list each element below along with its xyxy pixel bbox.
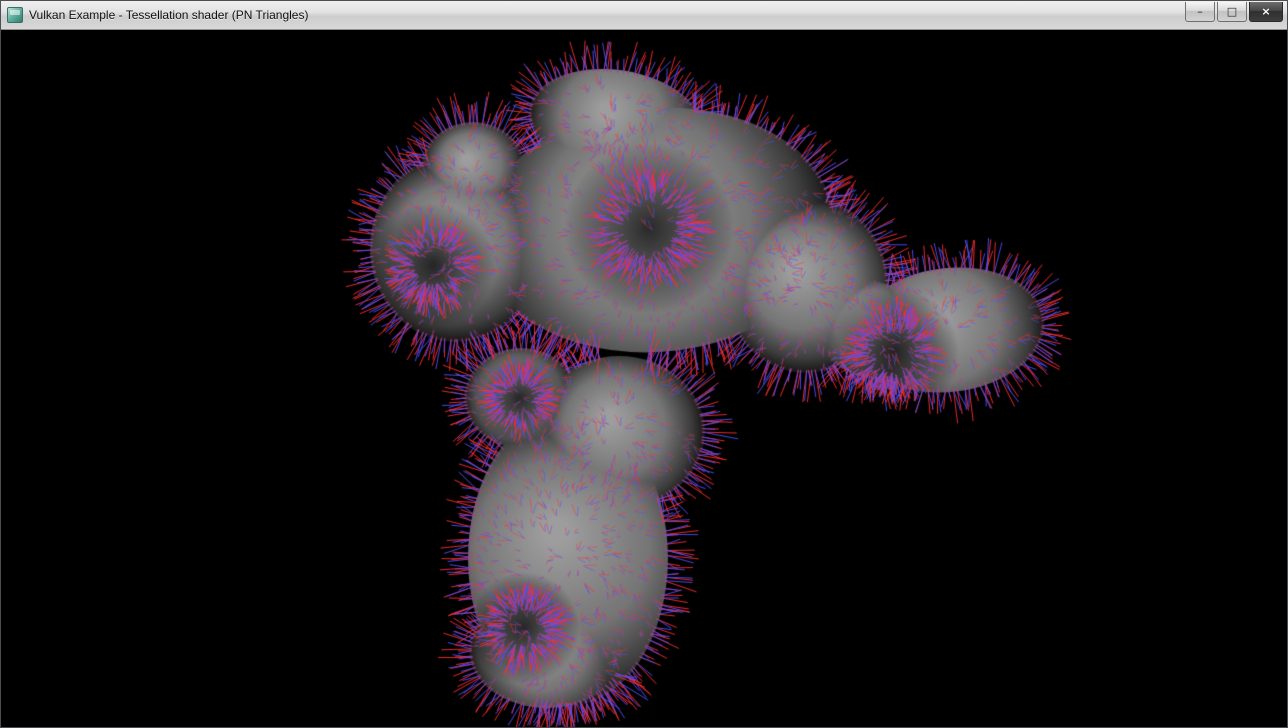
close-button[interactable]: × bbox=[1249, 2, 1283, 22]
app-icon bbox=[7, 7, 23, 23]
maximize-button[interactable]: □ bbox=[1217, 2, 1247, 22]
render-viewport[interactable] bbox=[1, 30, 1287, 727]
titlebar[interactable]: Vulkan Example - Tessellation shader (PN… bbox=[1, 1, 1287, 30]
minimize-button[interactable]: – bbox=[1185, 2, 1215, 22]
window-controls: – □ × bbox=[1185, 1, 1287, 22]
window-title: Vulkan Example - Tessellation shader (PN… bbox=[29, 8, 308, 22]
app-window: Vulkan Example - Tessellation shader (PN… bbox=[0, 0, 1288, 728]
